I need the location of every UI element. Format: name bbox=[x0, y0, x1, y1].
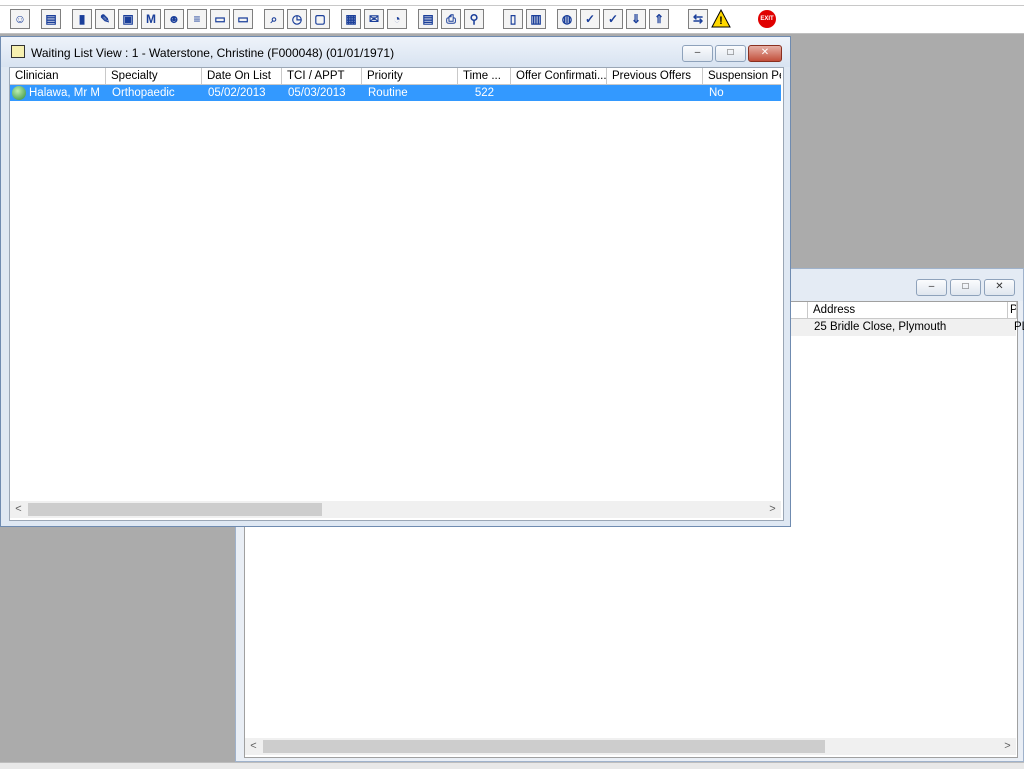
minimize-button[interactable]: – bbox=[682, 45, 713, 62]
main-toolbar: ☺ ▤ ▮ ✎ ▣ M ☻ ≡ ▭ ▭ ⌕ ◷ ▢ ▦ ✉ ◔ ▤ ⎙ ⚲ ▯ … bbox=[0, 6, 1024, 34]
waiting-list-titlebar[interactable]: Waiting List View : 1 - Waterstone, Chri… bbox=[1, 37, 790, 67]
monitor-icon[interactable]: ▢ bbox=[310, 9, 330, 29]
swap-icon[interactable]: ⇆ bbox=[688, 9, 708, 29]
horizontal-scrollbar[interactable]: < > bbox=[10, 501, 781, 518]
column-header-address[interactable]: Address bbox=[808, 302, 1008, 319]
card2-icon[interactable]: ▭ bbox=[233, 9, 253, 29]
priority-cell: Routine bbox=[368, 87, 408, 99]
list-window-icon bbox=[11, 45, 25, 58]
chart-icon[interactable]: ▦ bbox=[341, 9, 361, 29]
upload-icon[interactable]: ⇑ bbox=[649, 9, 669, 29]
offer-confirmation-cell bbox=[517, 85, 607, 101]
time-cell: 522 bbox=[474, 87, 494, 99]
card-icon[interactable]: ▭ bbox=[210, 9, 230, 29]
m-icon-label: M bbox=[146, 12, 156, 26]
print-icon[interactable]: ⎙ bbox=[441, 9, 461, 29]
bg-maximize-button[interactable]: □ bbox=[950, 279, 981, 296]
specialty-cell: Orthopaedic bbox=[112, 87, 175, 99]
waiting-list-table: Clinician Specialty Date On List TCI / A… bbox=[9, 67, 784, 521]
globe-icon bbox=[12, 86, 26, 100]
bg-minimize-button[interactable]: – bbox=[916, 279, 947, 296]
globe-icon[interactable]: ◍ bbox=[557, 9, 577, 29]
address-cell: 25 Bridle Close, Plymouth bbox=[814, 321, 947, 333]
check-down-icon[interactable]: ✓ bbox=[603, 9, 623, 29]
bus-icon[interactable]: ⚲ bbox=[464, 9, 484, 29]
previous-offers-cell bbox=[613, 85, 703, 101]
clock-icon[interactable]: ◷ bbox=[287, 9, 307, 29]
bg-scroll-left-arrow[interactable]: < bbox=[245, 738, 262, 755]
person-icon[interactable]: ☺ bbox=[10, 9, 30, 29]
warning-icon[interactable]: ! bbox=[711, 8, 731, 29]
scroll-left-arrow[interactable]: < bbox=[10, 501, 27, 518]
bg-horizontal-scrollbar[interactable]: < > bbox=[245, 738, 1016, 755]
maximize-button[interactable]: □ bbox=[715, 45, 746, 62]
letter-icon[interactable]: ✉ bbox=[364, 9, 384, 29]
exit-label: EXIT bbox=[758, 10, 776, 28]
waiting-list-window: Waiting List View : 1 - Waterstone, Chri… bbox=[0, 36, 791, 527]
exit-icon[interactable]: EXIT bbox=[757, 9, 777, 29]
column-header-clinician[interactable]: Clinician bbox=[10, 68, 106, 85]
column-header-date-on-list[interactable]: Date On List bbox=[202, 68, 282, 85]
column-header-postcode[interactable]: Po bbox=[1008, 302, 1017, 319]
document-icon[interactable]: ▯ bbox=[503, 9, 523, 29]
scroll-right-arrow[interactable]: > bbox=[764, 501, 781, 518]
bg-close-button[interactable]: ✕ bbox=[984, 279, 1015, 296]
note-icon[interactable]: ▤ bbox=[418, 9, 438, 29]
column-header-time[interactable]: Time ... bbox=[458, 68, 511, 85]
printer-icon[interactable]: ▤ bbox=[41, 9, 61, 29]
column-header-offer-confirmation[interactable]: Offer Confirmati... bbox=[511, 68, 607, 85]
clinician-cell: Halawa, Mr M bbox=[29, 87, 100, 99]
date-on-list-cell: 05/02/2013 bbox=[208, 87, 266, 99]
bg-scroll-thumb[interactable] bbox=[263, 740, 825, 753]
column-header-tci-appt[interactable]: TCI / APPT bbox=[282, 68, 362, 85]
close-button[interactable]: ✕ bbox=[748, 45, 782, 62]
suspension-cell: No bbox=[709, 87, 724, 99]
m-icon[interactable]: M bbox=[141, 9, 161, 29]
warning-icon-label: ! bbox=[719, 15, 723, 27]
doctor-icon[interactable]: ☻ bbox=[164, 9, 184, 29]
window-title: Waiting List View : 1 - Waterstone, Chri… bbox=[31, 46, 395, 60]
bg-scroll-right-arrow[interactable]: > bbox=[999, 738, 1016, 755]
search-icon[interactable]: ⌕ bbox=[264, 9, 284, 29]
check-icon[interactable]: ✓ bbox=[580, 9, 600, 29]
notes-icon[interactable]: ≡ bbox=[187, 9, 207, 29]
column-header-suspension[interactable]: Suspension Pe bbox=[703, 68, 781, 85]
book-icon[interactable]: ▮ bbox=[72, 9, 92, 29]
scroll-thumb[interactable] bbox=[28, 503, 322, 516]
column-header-priority[interactable]: Priority bbox=[362, 68, 458, 85]
edit-icon[interactable]: ✎ bbox=[95, 9, 115, 29]
column-header-previous-offers[interactable]: Previous Offers bbox=[607, 68, 703, 85]
camera-icon[interactable]: ▣ bbox=[118, 9, 138, 29]
tci-appt-cell: 05/03/2013 bbox=[288, 87, 346, 99]
table-row[interactable]: Halawa, Mr M Orthopaedic 05/02/2013 05/0… bbox=[10, 85, 781, 101]
barchart-icon[interactable]: ▥ bbox=[526, 9, 546, 29]
download-icon[interactable]: ⇓ bbox=[626, 9, 646, 29]
column-header-specialty[interactable]: Specialty bbox=[106, 68, 202, 85]
postcode-cell: PL bbox=[1014, 321, 1024, 333]
dial-icon[interactable]: ◔ bbox=[387, 9, 407, 29]
